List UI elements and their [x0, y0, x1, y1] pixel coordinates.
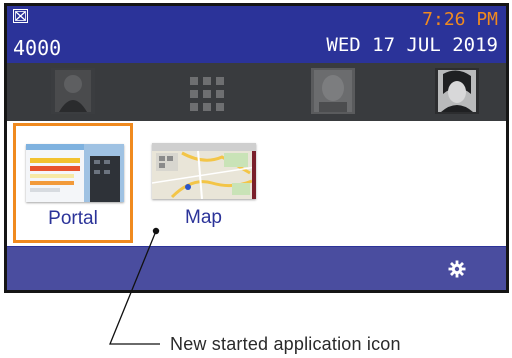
clock-date: WED 17 JUL 2019 [326, 34, 498, 56]
app-label-map: Map [185, 207, 222, 228]
gear-icon [448, 260, 466, 278]
settings-button[interactable] [448, 260, 466, 278]
phone-screen: 4000 7:26 PM WED 17 JUL 2019 Portal Map [4, 3, 509, 293]
contact-photo-icon [311, 68, 355, 114]
apps-menu-button[interactable] [187, 75, 224, 111]
status-left [13, 9, 28, 23]
extension-number: 4000 [13, 36, 62, 60]
envelope-icon [13, 9, 28, 23]
map-thumbnail [152, 143, 256, 199]
clock-time: 7:26 PM [422, 9, 498, 30]
favorite-contact-1[interactable] [51, 68, 95, 114]
apps-grid-icon [187, 75, 224, 111]
app-label-portal: Portal [48, 208, 98, 229]
favorites-bar [7, 63, 506, 121]
bottom-bar [7, 246, 506, 290]
portal-thumbnail [26, 144, 124, 202]
favorite-contact-2[interactable] [311, 68, 355, 114]
app-tile-portal[interactable]: Portal [13, 123, 133, 243]
contact-photo-icon [51, 68, 95, 114]
favorite-contact-3[interactable] [435, 68, 479, 114]
app-tile-map[interactable]: Map [145, 123, 265, 243]
status-bar: 4000 7:26 PM WED 17 JUL 2019 [7, 6, 506, 63]
contact-photo-icon [435, 68, 479, 114]
app-grid: Portal Map [7, 121, 506, 246]
annotation-caption: New started application icon [170, 334, 401, 354]
